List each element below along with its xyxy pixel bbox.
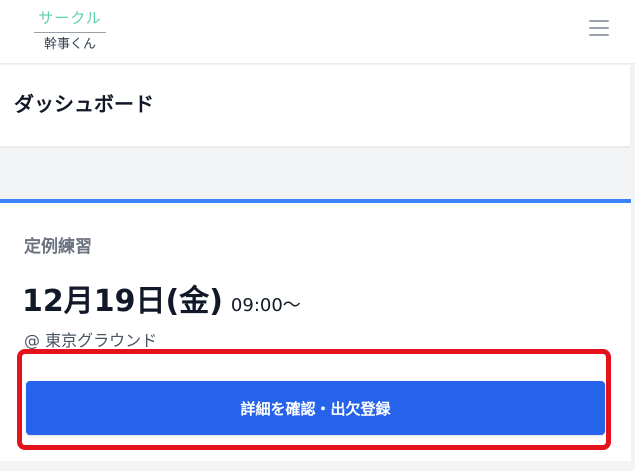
hamburger-menu-icon[interactable] xyxy=(589,18,611,38)
logo-divider xyxy=(34,32,106,33)
event-date: 12月19日(金) xyxy=(22,284,223,319)
top-bar: サークル 幹事くん xyxy=(0,0,635,64)
page-header: ダッシュボード xyxy=(0,65,630,146)
event-category: 定例練習 xyxy=(24,237,92,257)
view-details-attendance-button[interactable]: 詳細を確認・出欠登録 xyxy=(26,381,605,435)
menu-icon-line xyxy=(589,34,609,36)
menu-icon-line xyxy=(589,20,609,22)
event-time: 09:00〜 xyxy=(230,295,301,316)
event-datetime: 12月19日(金) 09:00〜 xyxy=(22,283,301,325)
menu-icon-line xyxy=(589,27,609,29)
page-title: ダッシュボード xyxy=(14,92,154,116)
logo-top-text: サークル xyxy=(38,9,102,27)
logo-bottom-text: 幹事くん xyxy=(43,37,96,52)
app-logo[interactable]: サークル 幹事くん xyxy=(34,8,106,53)
event-location: @ 東京グラウンド xyxy=(24,331,158,350)
